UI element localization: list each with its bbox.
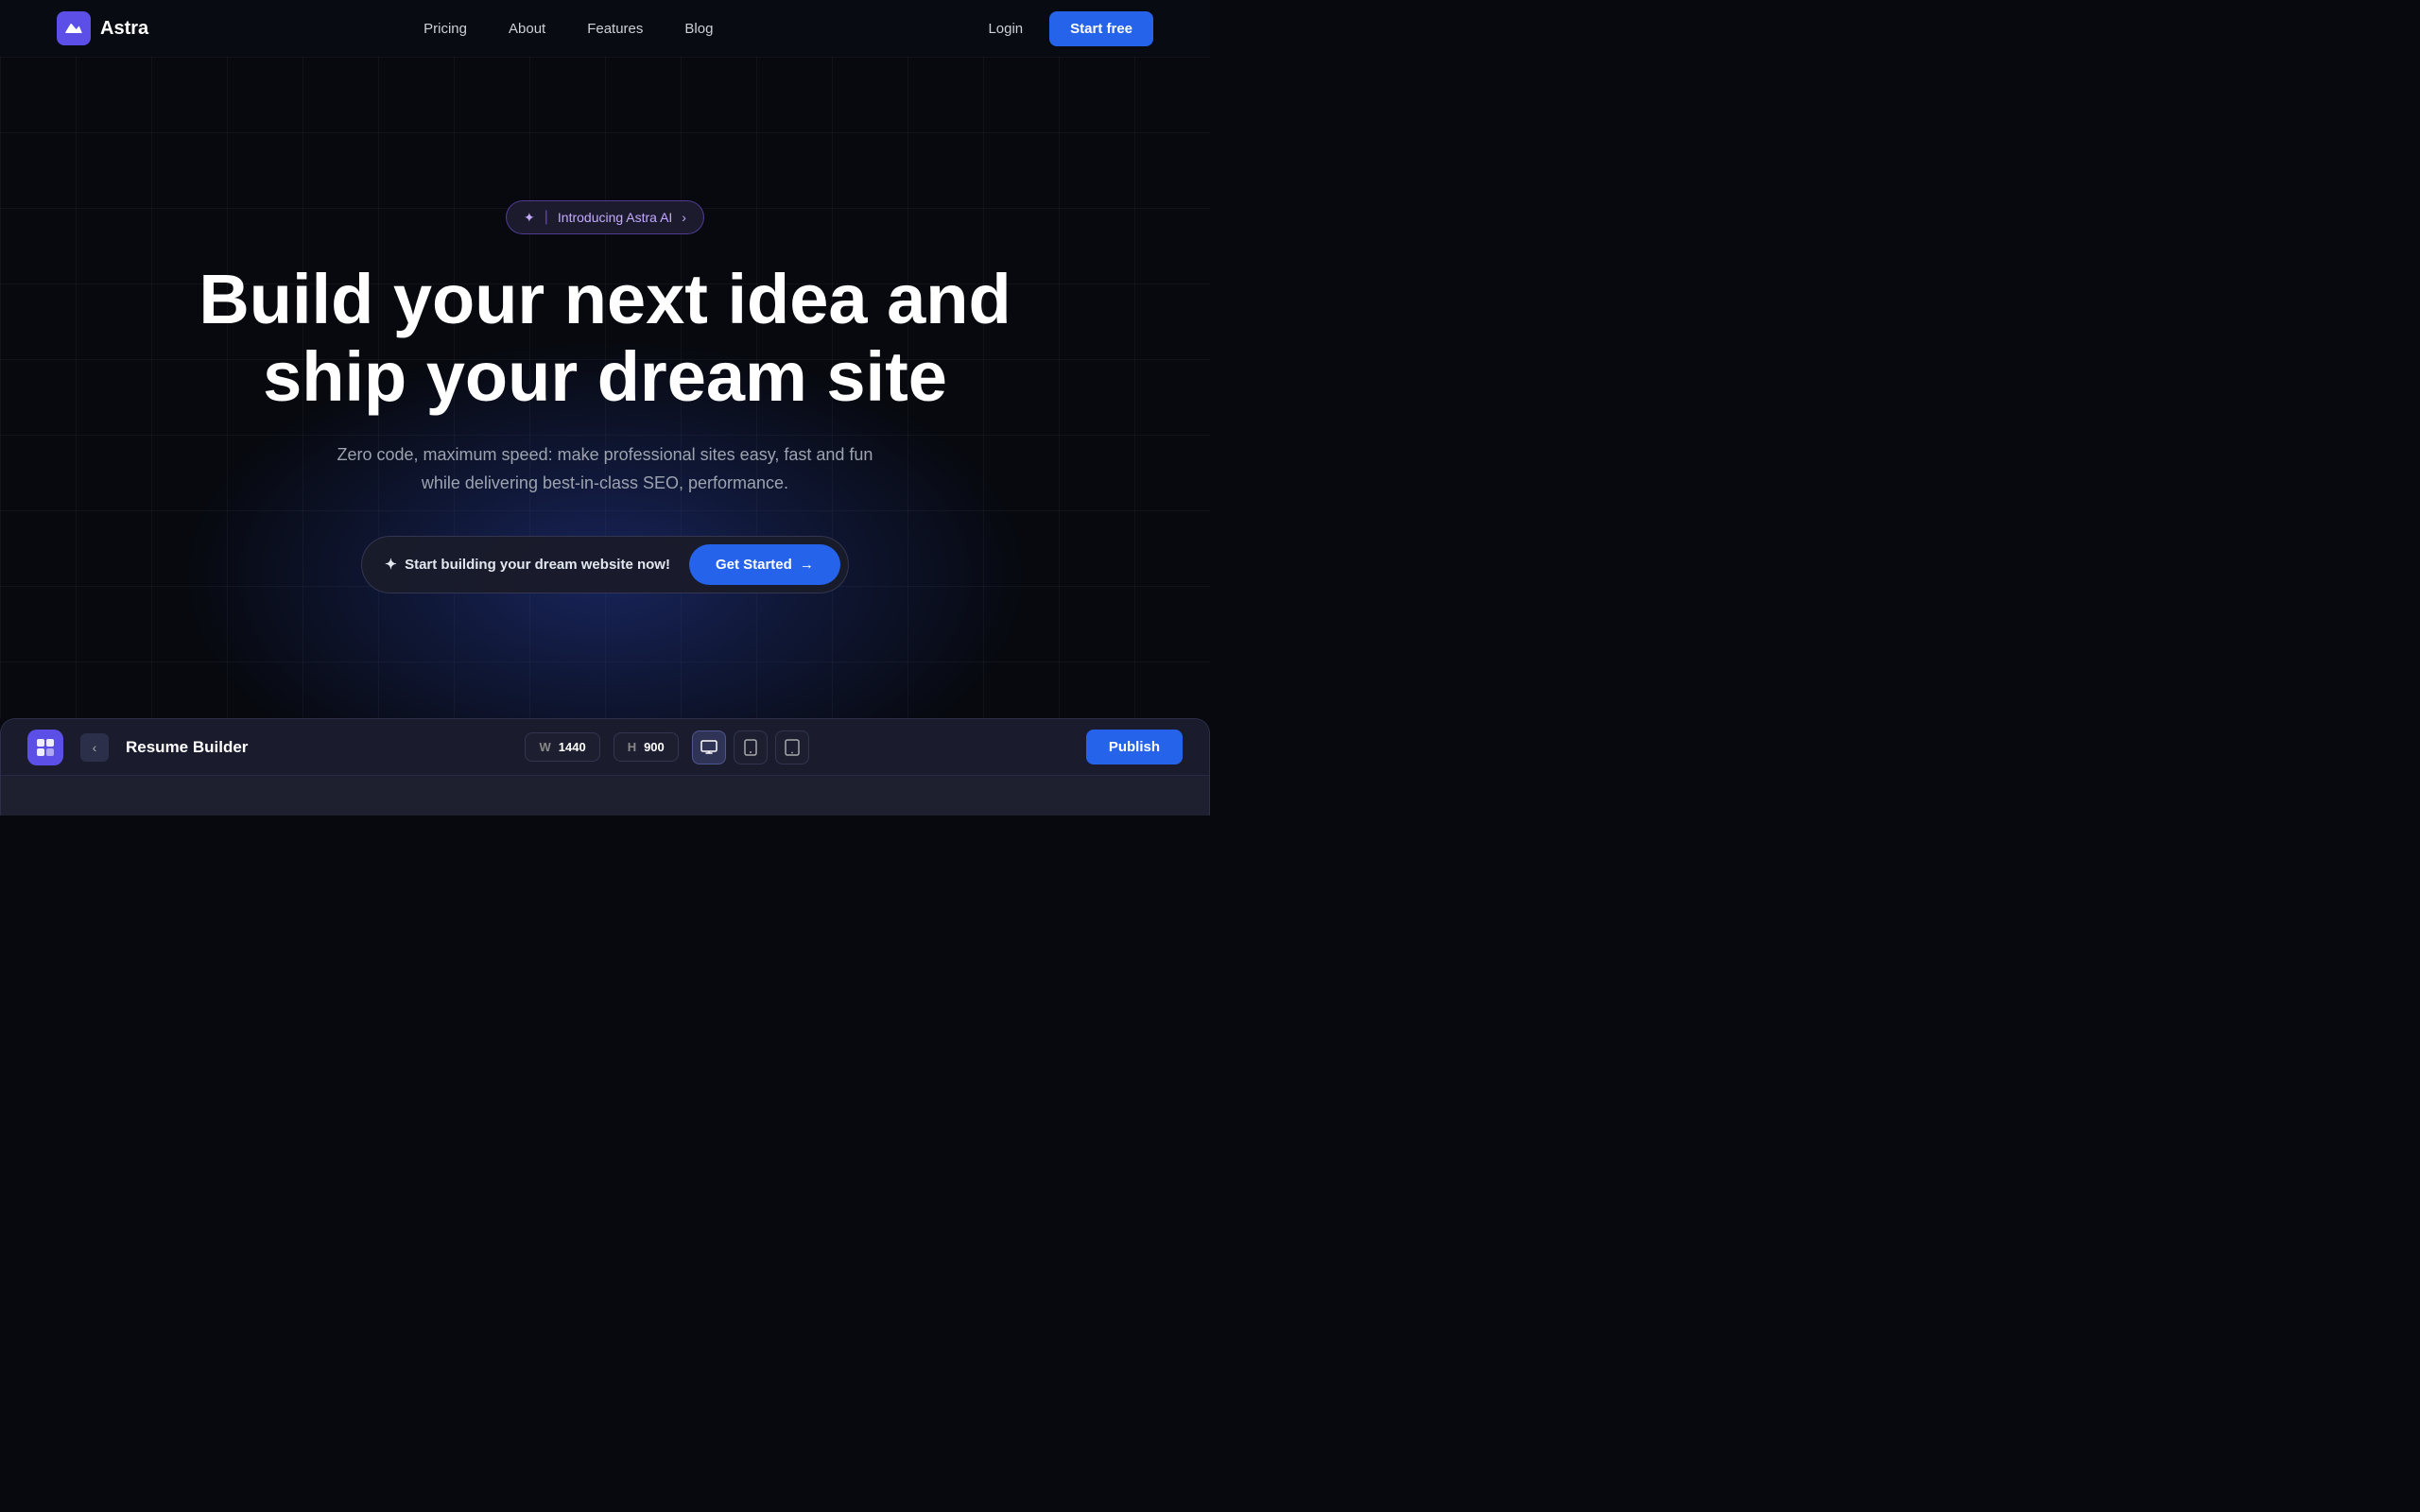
hero-section: ✦ | Introducing Astra AI › Build your ne… (0, 57, 1210, 718)
nav-link-pricing[interactable]: Pricing (424, 21, 467, 37)
nav-link-features[interactable]: Features (587, 21, 643, 37)
hero-subtitle: Zero code, maximum speed: make professio… (321, 441, 889, 497)
get-started-button[interactable]: Get Started → (689, 544, 840, 585)
get-started-arrow-icon: → (800, 557, 814, 573)
badge-arrow-icon: › (682, 210, 686, 225)
height-label: H (628, 740, 636, 754)
builder-title: Resume Builder (126, 738, 248, 757)
logo[interactable]: Astra (57, 11, 148, 45)
publish-button[interactable]: Publish (1086, 730, 1183, 765)
cta-text: Start building your dream website now! (405, 557, 670, 573)
builder-app-icon (27, 730, 63, 765)
hero-title: Build your next idea and ship your dream… (199, 261, 1011, 415)
width-value: 1440 (559, 740, 586, 754)
logo-icon (57, 11, 91, 45)
device-buttons (692, 730, 809, 765)
desktop-view-button[interactable] (692, 730, 726, 765)
height-value: 900 (644, 740, 665, 754)
mobile-view-button[interactable] (734, 730, 768, 765)
builder-back-button[interactable]: ‹ (80, 733, 109, 762)
login-button[interactable]: Login (988, 21, 1023, 37)
brand-name: Astra (100, 18, 148, 40)
cta-bar: ✦ Start building your dream website now!… (361, 536, 849, 593)
cta-icon: ✦ (385, 557, 397, 573)
height-input[interactable]: H 900 (614, 732, 679, 762)
hero-title-line1: Build your next idea and (199, 260, 1011, 338)
hero-content: ✦ | Introducing Astra AI › Build your ne… (199, 200, 1011, 593)
badge-icon: ✦ (524, 210, 535, 226)
width-label: W (539, 740, 550, 754)
nav-right: Login Start free (988, 11, 1153, 46)
intro-badge[interactable]: ✦ | Introducing Astra AI › (506, 200, 704, 234)
tablet-view-button[interactable] (775, 730, 809, 765)
start-free-button[interactable]: Start free (1049, 11, 1153, 46)
builder-panel: ‹ Resume Builder W 1440 H 900 (0, 718, 1210, 816)
builder-left: ‹ Resume Builder (27, 730, 248, 765)
cta-bar-text: ✦ Start building your dream website now! (385, 556, 670, 573)
builder-toolbar: ‹ Resume Builder W 1440 H 900 (1, 719, 1209, 776)
builder-center: W 1440 H 900 (525, 730, 808, 765)
back-chevron-icon: ‹ (93, 740, 97, 755)
badge-divider: | (544, 209, 548, 226)
nav-link-blog[interactable]: Blog (684, 21, 713, 37)
nav-links: Pricing About Features Blog (424, 21, 713, 37)
get-started-label: Get Started (716, 557, 792, 573)
width-input[interactable]: W 1440 (525, 732, 599, 762)
hero-title-line2: ship your dream site (263, 337, 947, 416)
navbar: Astra Pricing About Features Blog Login … (0, 0, 1210, 57)
badge-text: Introducing Astra AI (558, 210, 672, 225)
builder-preview-area (1, 776, 1209, 816)
nav-link-about[interactable]: About (509, 21, 545, 37)
